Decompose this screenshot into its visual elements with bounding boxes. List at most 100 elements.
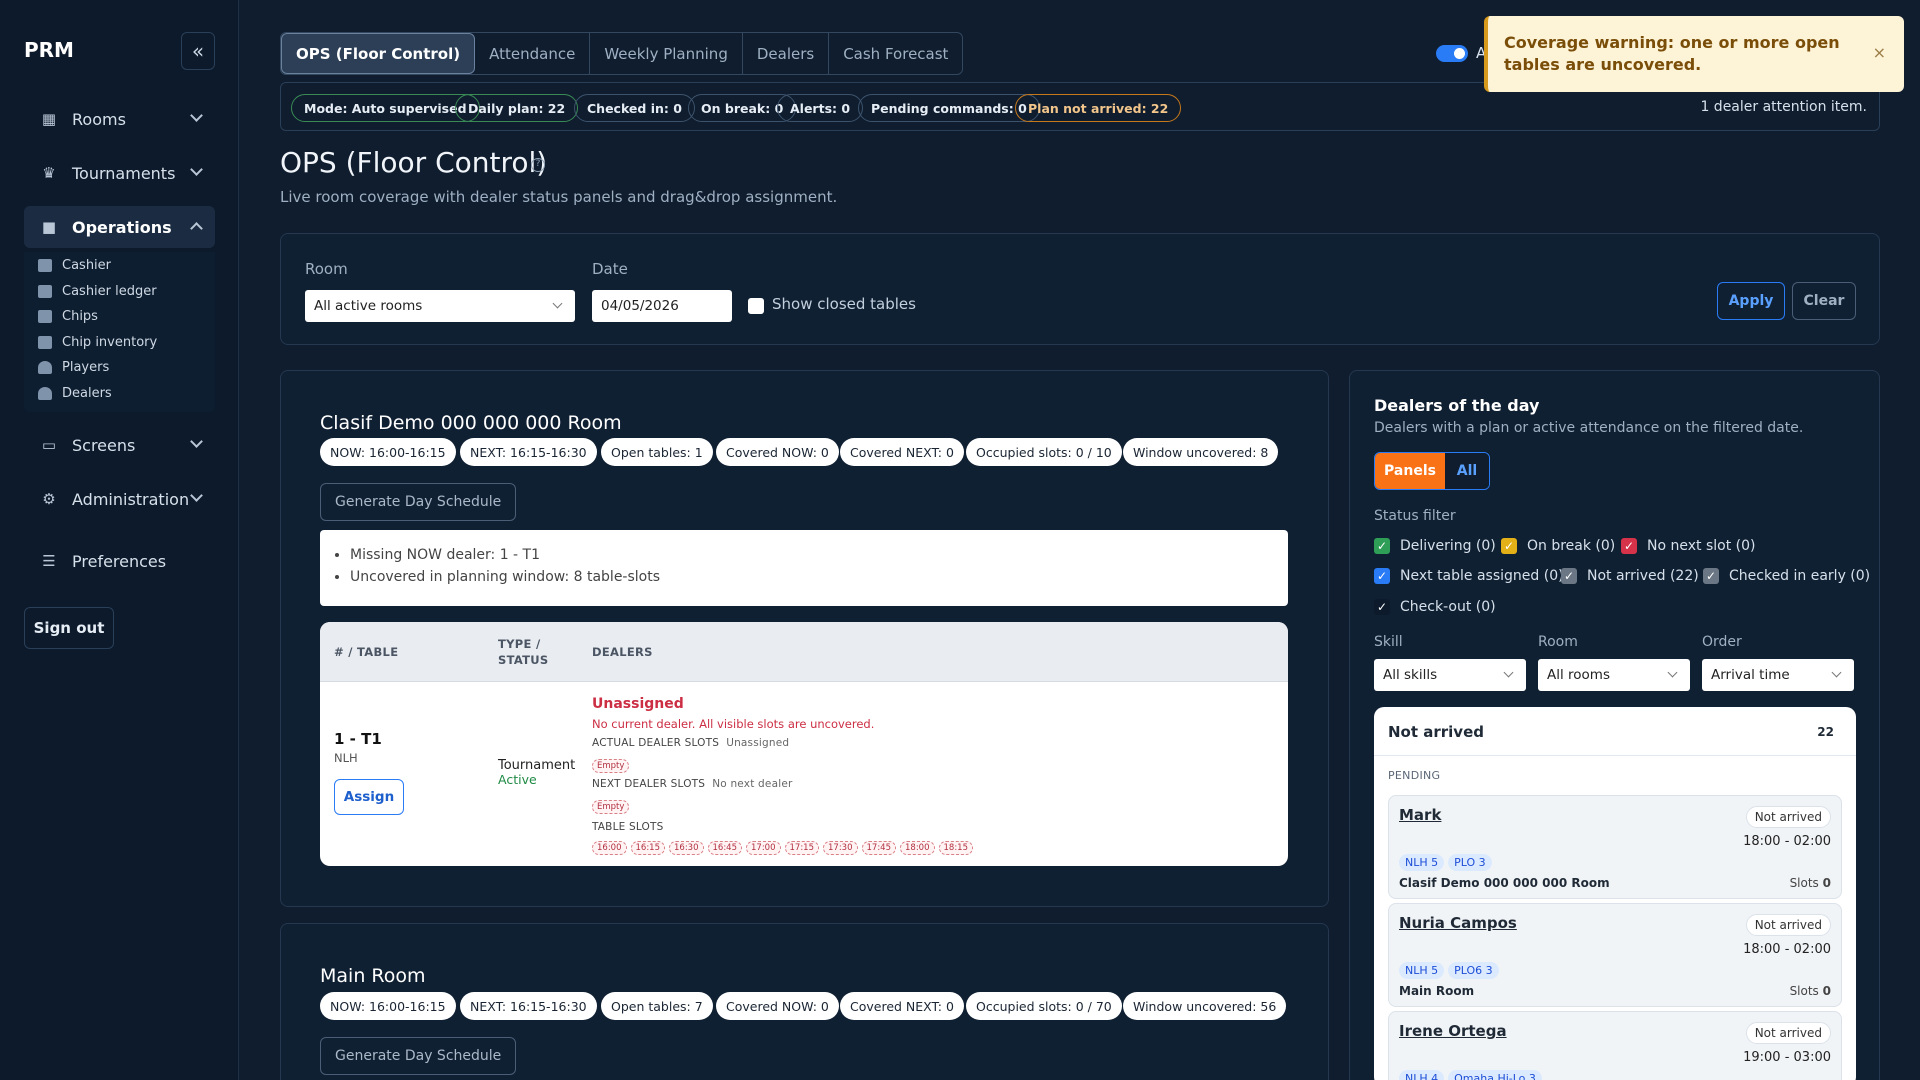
sign-out-button[interactable]: Sign out: [24, 607, 114, 649]
filter-card: Room All active rooms Date 04/05/2026 Sh…: [280, 233, 1880, 345]
room-pill-occupied-slots: Occupied slots: 0 / 10: [966, 438, 1122, 466]
trophy-icon: ♛: [42, 164, 56, 182]
dealer-status-badge: Not arrived: [1745, 1022, 1831, 1044]
dealer-slots: Slots 0: [1790, 876, 1831, 890]
filter-label: Delivering (0): [1400, 538, 1496, 554]
generate-day-schedule-button[interactable]: Generate Day Schedule: [320, 483, 517, 521]
table-slots-label: TABLE SLOTS: [592, 821, 664, 833]
apply-button[interactable]: Apply: [1717, 282, 1785, 320]
dealer-shift-time: 18:00 - 02:00: [1743, 942, 1831, 957]
dealer-name[interactable]: Mark: [1399, 806, 1441, 824]
table-slots: 16:00 16:15 16:30 16:45 17:00 17:15 17:30 17:45…: [592, 838, 977, 855]
tab-cash-forecast[interactable]: Cash Forecast: [829, 33, 962, 74]
close-icon[interactable]: ×: [1873, 42, 1886, 64]
inventory-icon: [38, 335, 52, 349]
tab-ops-floor-control[interactable]: OPS (Floor Control): [281, 33, 476, 74]
page-title: OPS (Floor Control): [280, 146, 548, 179]
not-arrived-count: 22: [1817, 725, 1834, 739]
filter-no-next-slot[interactable]: ✓ No next slot (0): [1621, 536, 1755, 556]
subnav-cashier[interactable]: Cashier: [38, 256, 111, 274]
time-slot[interactable]: 17:15: [784, 841, 819, 855]
nav-rooms[interactable]: ▦ Rooms: [24, 98, 215, 140]
collapse-sidebar-button[interactable]: «: [181, 32, 215, 70]
help-icon[interactable]: ?: [531, 158, 545, 172]
filter-checked-in-early[interactable]: ✓ Checked in early (0): [1703, 566, 1870, 586]
tab-weekly-planning[interactable]: Weekly Planning: [590, 33, 743, 74]
skill-select-value: All skills: [1383, 667, 1438, 683]
status-pill-plan-not-arrived: Plan not arrived: 22: [1015, 94, 1182, 122]
subnav-dealers[interactable]: Dealers: [38, 384, 112, 402]
time-slot[interactable]: 17:45: [861, 841, 896, 855]
dealer-name[interactable]: Nuria Campos: [1399, 914, 1517, 932]
dealer-skills: NLH 5 PLO6 3: [1399, 962, 1503, 979]
dealer-room-select[interactable]: All rooms: [1538, 659, 1690, 691]
room-pill-open-tables: Open tables: 7: [601, 992, 713, 1020]
room-pill-covered-next: Covered NEXT: 0: [840, 992, 964, 1020]
time-slot[interactable]: 16:15: [630, 841, 665, 855]
actual-slots-value: Unassigned: [726, 737, 790, 749]
filter-delivering[interactable]: ✓ Delivering (0): [1374, 536, 1496, 556]
sidebar: PRM « ▦ Rooms ♛ Tournaments ■ Operations…: [0, 0, 239, 1080]
dealer-attention-text: 1 dealer attention item.: [1700, 99, 1867, 115]
assign-button[interactable]: Assign: [334, 779, 404, 815]
time-slot[interactable]: 17:30: [823, 841, 858, 855]
dealer-room: Clasif Demo 000 000 000 Room: [1399, 876, 1610, 890]
slots-label: Slots: [1789, 876, 1819, 890]
filter-check-out[interactable]: ✓ Check-out (0): [1374, 597, 1496, 617]
warning-item: Missing NOW dealer: 1 - T1: [350, 544, 1288, 566]
filter-not-arrived[interactable]: ✓ Not arrived (22): [1561, 566, 1699, 586]
auto-mode-toggle[interactable]: [1436, 45, 1468, 62]
filter-label: On break (0): [1527, 538, 1616, 554]
nav-preferences[interactable]: ☰ Preferences: [24, 540, 215, 582]
show-closed-checkbox[interactable]: [748, 298, 764, 314]
time-slot[interactable]: 18:00: [900, 841, 935, 855]
chevron-down-icon: [1503, 667, 1514, 678]
subnav-chip-inventory[interactable]: Chip inventory: [38, 333, 157, 351]
empty-slot-badge: Empty: [592, 759, 630, 773]
view-panels-button[interactable]: Panels: [1375, 453, 1445, 489]
time-slot[interactable]: 16:30: [669, 841, 704, 855]
status-pill-checked-in: Checked in: 0: [574, 94, 695, 122]
time-slot[interactable]: 16:00: [592, 841, 627, 855]
filter-on-break[interactable]: ✓ On break (0): [1501, 536, 1615, 556]
dealer-status-badge: Not arrived: [1745, 914, 1831, 936]
cashier-icon: [38, 258, 52, 272]
room-warnings: Missing NOW dealer: 1 - T1 Uncovered in …: [320, 530, 1288, 606]
time-slot[interactable]: 17:00: [746, 841, 781, 855]
actual-slots-title: ACTUAL DEALER SLOTS: [592, 737, 720, 749]
dealer-name[interactable]: Irene Ortega: [1399, 1022, 1507, 1040]
order-label: Order: [1702, 634, 1742, 650]
subnav-cashier-ledger[interactable]: Cashier ledger: [38, 282, 157, 300]
warning-item: Uncovered in planning window: 8 table-sl…: [350, 566, 1288, 588]
filter-next-table-assigned[interactable]: ✓ Next table assigned (0): [1374, 566, 1564, 586]
time-slot[interactable]: 18:15: [938, 841, 973, 855]
dealer-shift-time: 19:00 - 03:00: [1743, 1050, 1831, 1065]
generate-day-schedule-button[interactable]: Generate Day Schedule: [320, 1037, 517, 1075]
nav-label: Screens: [72, 435, 136, 455]
skill-select[interactable]: All skills: [1374, 659, 1526, 691]
nav-operations[interactable]: ■ Operations: [24, 206, 215, 248]
nav-administration[interactable]: ⚙ Administration: [24, 478, 215, 520]
room-select[interactable]: All active rooms: [305, 290, 575, 322]
clear-button[interactable]: Clear: [1792, 282, 1856, 320]
coverage-warning-toast: Coverage warning: one or more open table…: [1484, 16, 1904, 92]
not-arrived-panel: Not arrived 22 PENDING Mark Not arrived …: [1374, 707, 1856, 1080]
grid-icon: ▦: [41, 110, 57, 128]
view-all-button[interactable]: All: [1445, 453, 1489, 489]
status-pill-mode: Mode: Auto supervised: [291, 94, 480, 122]
order-select[interactable]: Arrival time: [1702, 659, 1854, 691]
tab-dealers[interactable]: Dealers: [743, 33, 830, 74]
date-input[interactable]: 04/05/2026: [592, 290, 732, 322]
dealer-card[interactable]: Nuria Campos Not arrived 18:00 - 02:00 N…: [1388, 903, 1842, 1007]
dealer-card[interactable]: Irene Ortega Not arrived 19:00 - 03:00 N…: [1388, 1011, 1842, 1080]
show-closed-label: Show closed tables: [772, 295, 916, 313]
nav-tournaments[interactable]: ♛ Tournaments: [24, 152, 215, 194]
subnav-players[interactable]: Players: [38, 358, 109, 376]
nav-screens[interactable]: ▭ Screens: [24, 424, 215, 466]
dealer-card[interactable]: Mark Not arrived 18:00 - 02:00 NLH 5 PLO …: [1388, 795, 1842, 899]
actual-slots-label: ACTUAL DEALER SLOTS Unassigned: [592, 737, 789, 749]
time-slot[interactable]: 16:45: [707, 841, 742, 855]
view-toggle: Panels All: [1374, 452, 1490, 490]
tab-attendance[interactable]: Attendance: [475, 33, 591, 74]
subnav-chips[interactable]: Chips: [38, 307, 98, 325]
